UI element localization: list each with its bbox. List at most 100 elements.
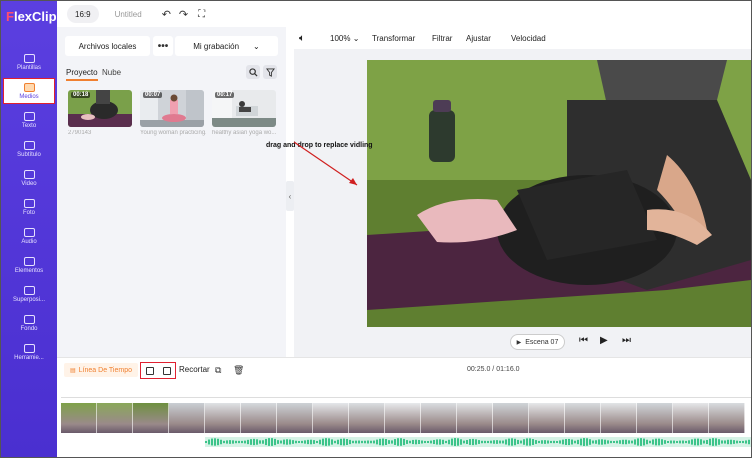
recording-dropdown[interactable]: Mi grabación ⌄	[175, 36, 278, 56]
play-icon[interactable]: ▶	[600, 335, 608, 346]
timeline-tab[interactable]: ▤ Línea De Tiempo	[64, 363, 138, 377]
preview-toolbar: 🔈︎ 100% ⌄ Transformar Filtrar Ajustar Ve…	[294, 27, 751, 49]
filmstrip-frame	[601, 403, 637, 433]
sidebar-item-label: Plantillas	[16, 64, 41, 71]
aspect-ratio-button[interactable]: 16:9	[67, 5, 99, 23]
filmstrip-frame	[313, 403, 349, 433]
more-button[interactable]: •••	[153, 36, 173, 56]
media-thumbnail[interactable]: 00:18	[68, 90, 132, 127]
sidebar-item-photo[interactable]: Foto	[1, 194, 57, 220]
sidebar-item-label: Video	[21, 180, 37, 187]
filter-button[interactable]: Filtrar	[432, 34, 452, 43]
duration-badge: 00:18	[71, 92, 91, 98]
video-preview[interactable]	[367, 60, 751, 327]
templates-icon	[23, 53, 35, 63]
sidebar: FlexClip Plantillas Medios Texto Subtítulo V…	[1, 1, 57, 457]
local-files-button[interactable]: Archivos locales	[65, 36, 150, 56]
video-icon	[23, 169, 35, 179]
timeline-tracks	[57, 381, 751, 457]
app-logo: FlexClip	[6, 8, 57, 24]
thumbnail-caption: healthy asian yoga wo...	[212, 130, 277, 136]
filmstrip-frame	[205, 403, 241, 433]
sidebar-item-text[interactable]: Texto	[1, 107, 57, 133]
sidebar-item-audio[interactable]: Audio	[1, 223, 57, 249]
sidebar-item-label: Subtítulo	[17, 151, 41, 158]
filmstrip-frame	[565, 403, 601, 433]
thumbnail-caption: Young woman practicing...	[140, 130, 206, 136]
zoom-value: 100%	[330, 33, 351, 43]
preview-stage	[294, 49, 751, 357]
filmstrip-frame	[493, 403, 529, 433]
duration-badge: 00:17	[215, 92, 235, 98]
tab-project[interactable]: Proyecto	[66, 68, 98, 81]
sidebar-item-media[interactable]: Medios	[3, 78, 55, 104]
photo-icon	[23, 198, 35, 208]
filmstrip-frame	[457, 403, 493, 433]
sidebar-item-tools[interactable]: Herramie...	[1, 339, 57, 365]
fullscreen-icon[interactable]: ⛶	[198, 9, 205, 20]
time-readout: 00:25.0 / 01:16.0	[467, 366, 520, 373]
duration-badge: 00:07	[143, 92, 163, 98]
sidebar-item-label: Foto	[22, 209, 35, 216]
filmstrip-frame	[421, 403, 457, 433]
logo-text: lexClip	[13, 8, 57, 24]
filmstrip-frame	[61, 403, 97, 433]
video-track[interactable]	[61, 403, 751, 433]
sidebar-item-label: Audio	[21, 238, 37, 245]
recording-label: Mi grabación	[193, 41, 240, 51]
sidebar-item-label: Elementos	[14, 267, 44, 274]
filmstrip-frame	[277, 403, 313, 433]
sidebar-item-elements[interactable]: Elementos	[1, 252, 57, 278]
sidebar-item-video[interactable]: Video	[1, 165, 57, 191]
media-icon	[23, 82, 35, 92]
search-icon[interactable]	[246, 65, 260, 79]
timeline-icon: ▤	[70, 367, 76, 374]
timeline-toolbar: ▤ Línea De Tiempo Recortar ⧉ 🗑︎ 00:25.0 …	[57, 357, 751, 381]
adjust-button[interactable]: Ajustar	[466, 34, 491, 43]
previous-icon[interactable]: ⏮	[579, 335, 588, 346]
sidebar-item-subtitle[interactable]: Subtítulo	[1, 136, 57, 162]
filmstrip-frame	[709, 403, 745, 433]
next-icon[interactable]: ⏭	[622, 335, 631, 346]
duplicate-icon[interactable]: ⧉	[215, 365, 221, 376]
filmstrip-frame	[169, 403, 205, 433]
media-panel: Archivos locales ••• Mi grabación ⌄ Proy…	[57, 27, 286, 357]
overlay-icon	[23, 285, 35, 295]
split-alt-icon[interactable]	[162, 366, 171, 375]
filmstrip-frame	[97, 403, 133, 433]
zoom-dropdown[interactable]: 100% ⌄	[330, 34, 359, 43]
subtitle-icon	[23, 140, 35, 150]
scene-button[interactable]: ▶ Escena 07	[510, 334, 565, 350]
editor-window: FlexClip Plantillas Medios Texto Subtítulo V…	[0, 0, 752, 458]
sidebar-item-label: Medios	[19, 93, 39, 100]
sidebar-item-label: Herramie...	[14, 354, 44, 361]
transform-button[interactable]: Transformar	[372, 34, 415, 43]
volume-icon[interactable]: 🔈︎	[299, 33, 305, 44]
undo-icon[interactable]: ↶	[162, 8, 171, 21]
tab-cloud[interactable]: Nube	[102, 68, 121, 77]
sidebar-item-background[interactable]: Fondo	[1, 310, 57, 336]
filmstrip-frame	[133, 403, 169, 433]
elements-icon	[23, 256, 35, 266]
redo-icon[interactable]: ↷	[179, 8, 188, 21]
media-thumbnail[interactable]: 00:17	[212, 90, 276, 127]
audio-track[interactable]	[205, 437, 751, 447]
audio-icon	[23, 227, 35, 237]
filmstrip-frame	[349, 403, 385, 433]
sidebar-item-overlay[interactable]: Superposi...	[1, 281, 57, 307]
annotation-arrow	[293, 141, 358, 186]
split-icon[interactable]	[145, 366, 154, 375]
timeline-label: Línea De Tiempo	[78, 366, 132, 374]
media-thumbnail[interactable]: 00:07	[140, 90, 204, 127]
speed-button[interactable]: Velocidad	[511, 34, 546, 43]
sidebar-item-templates[interactable]: Plantillas	[1, 49, 57, 75]
delete-icon[interactable]: 🗑︎	[233, 365, 244, 376]
filmstrip-frame	[385, 403, 421, 433]
project-title[interactable]: Untitled	[115, 10, 142, 19]
filmstrip-frame	[529, 403, 565, 433]
filter-icon[interactable]	[263, 65, 277, 79]
scene-label: Escena 07	[525, 338, 559, 346]
trim-button[interactable]: Recortar	[179, 365, 210, 374]
timeline-ruler	[61, 397, 751, 401]
text-icon	[23, 111, 35, 121]
